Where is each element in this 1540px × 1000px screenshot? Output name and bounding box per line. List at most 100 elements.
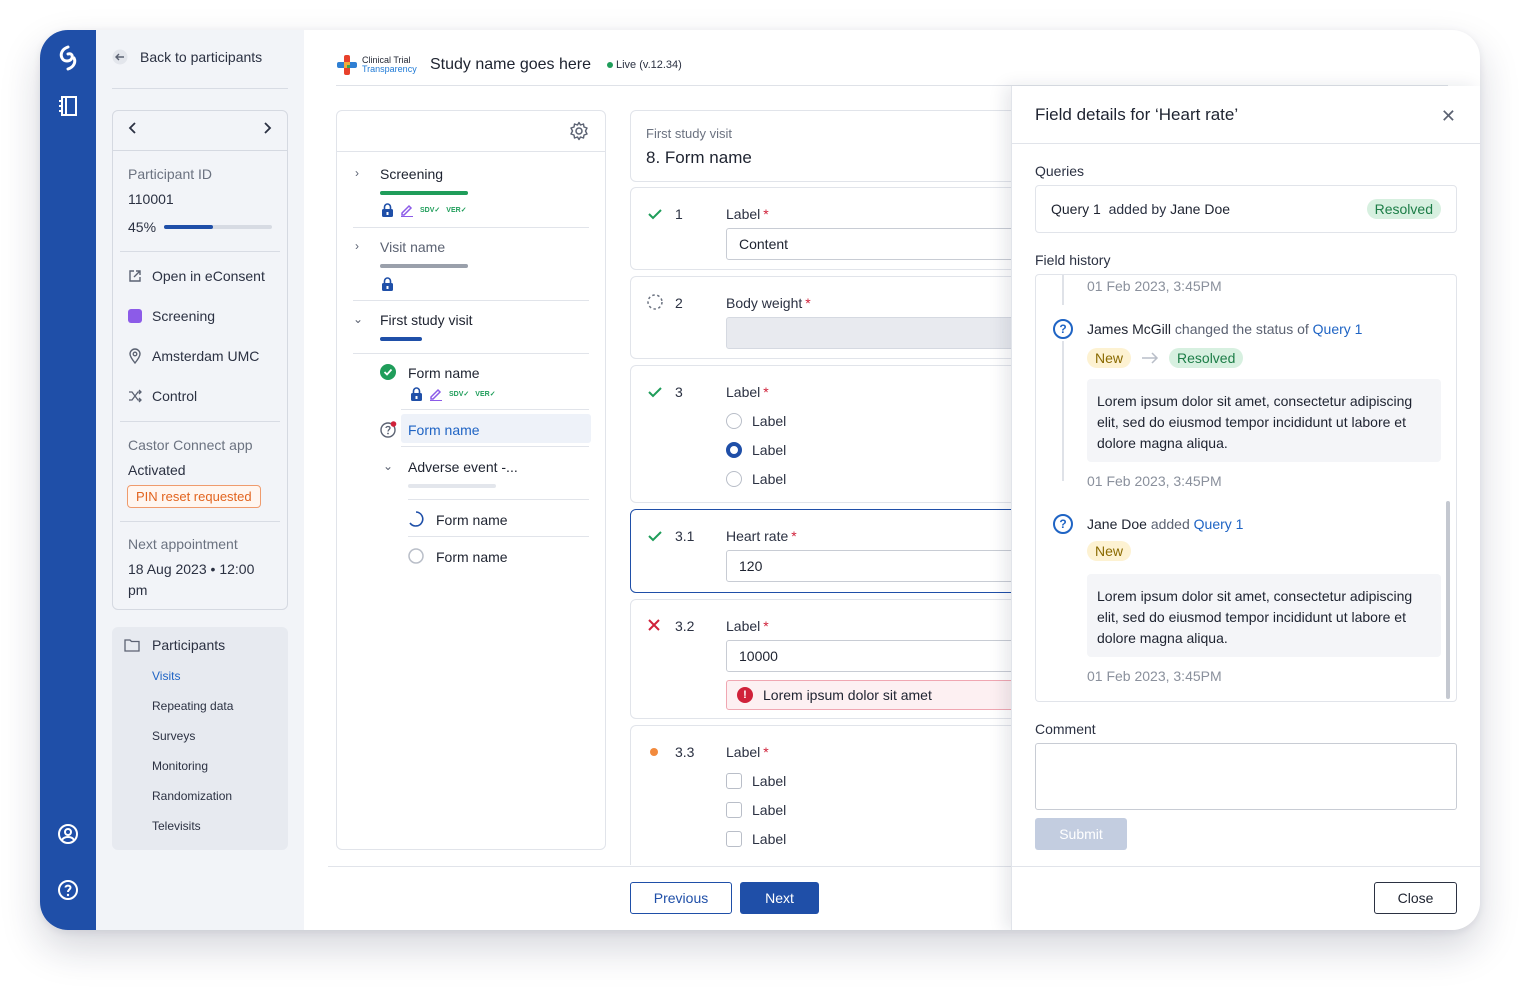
back-to-participants-link[interactable]: Back to participants: [112, 46, 262, 68]
connect-app-status: Activated: [128, 462, 186, 478]
chevron-right-icon[interactable]: ›: [355, 239, 359, 253]
query-link[interactable]: Query 1: [1194, 516, 1244, 532]
nav-item-repeating-data[interactable]: Repeating data: [152, 699, 233, 713]
checkbox[interactable]: [726, 773, 742, 789]
error-message: Lorem ipsum dolor sit amet: [763, 687, 932, 703]
field-history-label: Field history: [1035, 252, 1111, 268]
visit-progress: [380, 264, 468, 268]
tree-adverse-event[interactable]: Adverse event -...: [408, 459, 518, 475]
open-econsent-link[interactable]: Open in eConsent: [128, 268, 265, 284]
close-icon[interactable]: ✕: [1441, 106, 1456, 127]
comment-textarea[interactable]: [1035, 743, 1457, 810]
field-history-list: 01 Feb 2023, 3:45PM ? James McGill chang…: [1035, 274, 1457, 702]
radio-button[interactable]: [726, 471, 742, 487]
status-icons: [381, 277, 394, 291]
divider: [1012, 866, 1480, 867]
checkbox[interactable]: [726, 802, 742, 818]
chevron-right-icon[interactable]: [261, 121, 273, 140]
text-input[interactable]: Content: [726, 228, 1046, 260]
shuffle-icon: [129, 389, 142, 403]
checkbox-option[interactable]: Label: [726, 831, 786, 847]
help-icon[interactable]: [54, 876, 82, 904]
submit-button[interactable]: Submit: [1035, 818, 1127, 850]
query-icon: ?: [1053, 514, 1073, 534]
chevron-left-icon[interactable]: [127, 121, 139, 140]
radio-button[interactable]: [726, 413, 742, 429]
form-header-card: First study visit 8. Form name: [630, 110, 1030, 182]
query-card[interactable]: Query 1 added by Jane Doe Resolved: [1035, 185, 1457, 233]
next-button[interactable]: Next: [740, 882, 819, 914]
divider: [120, 251, 280, 252]
link-label: Open in eConsent: [152, 268, 265, 284]
tree-form-empty[interactable]: Form name: [436, 549, 508, 565]
disabled-input[interactable]: [726, 317, 1046, 349]
divider: [353, 300, 589, 301]
participant-progress: 45%: [128, 219, 273, 235]
tree-form-selected[interactable]: Form name: [408, 422, 480, 438]
gear-icon[interactable]: [569, 121, 589, 146]
chevron-right-icon[interactable]: ›: [355, 166, 359, 180]
comment-label: Comment: [1035, 721, 1096, 737]
nav-item-surveys[interactable]: Surveys: [152, 729, 195, 743]
screening-progress: [380, 191, 468, 195]
checkbox[interactable]: [726, 831, 742, 847]
site-label: Amsterdam UMC: [152, 348, 260, 364]
divider: [408, 499, 589, 500]
question-card: 1 Label * Content: [630, 187, 1046, 270]
study-header: Clinical Trial Transparency Study name go…: [336, 44, 1448, 86]
divider: [120, 521, 280, 522]
status-badge-resolved: Resolved: [1366, 199, 1441, 219]
nav-item-randomization[interactable]: Randomization: [152, 789, 232, 803]
radio-option[interactable]: Label: [726, 413, 786, 429]
nav-head-label: Participants: [152, 637, 226, 653]
nav-item-monitoring[interactable]: Monitoring: [152, 759, 208, 773]
scrollbar[interactable]: [1446, 501, 1450, 699]
castor-logo-icon[interactable]: [54, 44, 82, 72]
status-badge-new: New: [1087, 348, 1132, 368]
group-label: Screening: [152, 308, 216, 324]
history-message: Lorem ipsum dolor sit amet, consectetur …: [1087, 379, 1441, 462]
in-progress-circle-icon: [409, 511, 424, 527]
divider: [401, 409, 589, 410]
participant-pager: [113, 111, 287, 151]
question-number: 3: [675, 384, 683, 400]
text-input[interactable]: 10000: [726, 640, 1046, 672]
tree-form-completed[interactable]: Form name: [408, 365, 480, 381]
tree-visit-name[interactable]: Visit name: [380, 239, 445, 255]
radio-button-selected[interactable]: [726, 442, 742, 458]
chevron-down-icon[interactable]: ⌄: [383, 459, 393, 473]
nav-item-televisits[interactable]: Televisits: [152, 819, 201, 833]
checkbox-option[interactable]: Label: [726, 773, 786, 789]
signature-icon: [430, 388, 442, 401]
chevron-down-icon[interactable]: ⌄: [353, 312, 363, 326]
app-window: Back to participants Participant ID 1100…: [40, 30, 1480, 930]
close-button[interactable]: Close: [1374, 882, 1457, 914]
heart-rate-input[interactable]: 120: [726, 550, 1046, 582]
next-appointment-date: 18 Aug 2023 • 12:00: [128, 561, 255, 577]
notebook-icon[interactable]: [54, 92, 82, 120]
participants-nav-head[interactable]: Participants: [124, 637, 225, 653]
query-form-icon: [380, 421, 397, 438]
study-status: Live (v.12.34): [607, 59, 682, 71]
progress-fill: [380, 191, 468, 195]
ctt-logo: Clinical Trial Transparency: [336, 54, 430, 76]
checkbox-option[interactable]: Label: [726, 802, 786, 818]
tree-form-in-progress[interactable]: Form name: [436, 512, 508, 528]
nav-item-visits[interactable]: Visits: [152, 669, 180, 683]
question-card: 3 Label * Label Label Label: [630, 365, 1030, 503]
query-link[interactable]: Query 1: [1313, 321, 1363, 337]
tree-visit-first-study[interactable]: First study visit: [380, 312, 473, 328]
required-asterisk: *: [763, 744, 769, 760]
next-appointment-label: Next appointment: [128, 536, 238, 552]
status-change: New: [1087, 541, 1132, 561]
radio-option[interactable]: Label: [726, 471, 786, 487]
ctt-logo-icon: [337, 54, 357, 75]
previous-button[interactable]: Previous: [630, 882, 732, 914]
tree-visit-screening[interactable]: Screening: [380, 166, 443, 182]
lock-icon: [382, 277, 393, 291]
question-card-active[interactable]: 3.1 Heart rate * 120: [630, 509, 1046, 593]
query-name: Query 1: [1051, 201, 1101, 217]
radio-option[interactable]: Label: [726, 442, 786, 458]
user-account-icon[interactable]: [54, 820, 82, 848]
progress-text: 45%: [128, 219, 157, 235]
